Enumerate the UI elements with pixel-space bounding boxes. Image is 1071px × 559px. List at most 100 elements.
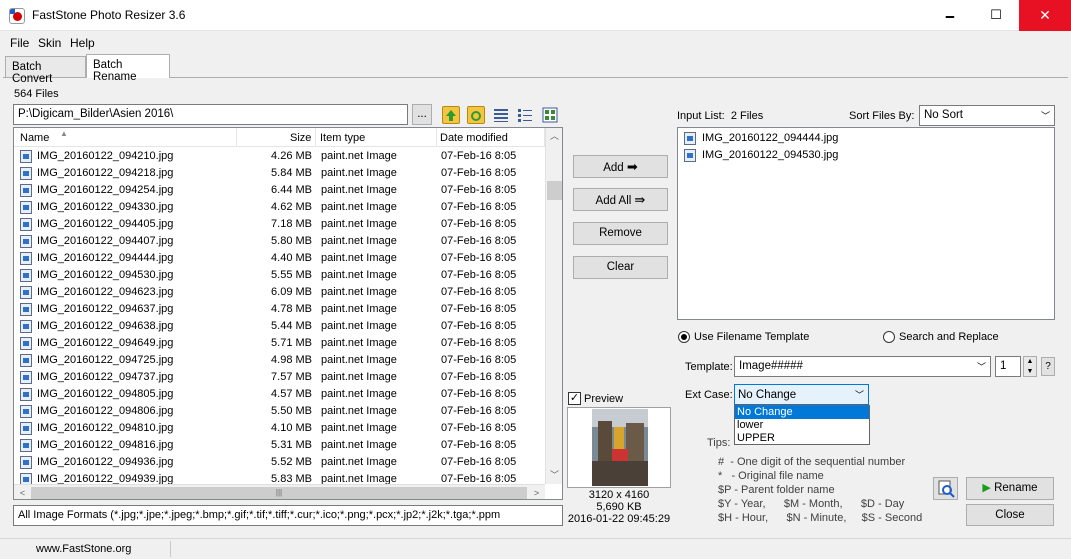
column-size[interactable]: Size [290, 132, 311, 144]
file-type: paint.net Image [321, 439, 397, 451]
horizontal-scrollbar[interactable]: < ||| > [14, 484, 545, 499]
file-name: IMG_20160122_094254.jpg [37, 184, 174, 196]
search-replace-radio[interactable] [883, 331, 895, 343]
table-row[interactable]: IMG_20160122_094806.jpg 5.50 MB paint.net … [14, 403, 545, 420]
thumbnail-view-icon[interactable] [542, 107, 560, 125]
file-name: IMG_20160122_094805.jpg [37, 388, 174, 400]
tab-batch-rename[interactable]: Batch Rename [86, 54, 170, 83]
table-row[interactable]: IMG_20160122_094936.jpg 5.52 MB paint.net … [14, 454, 545, 471]
menu-skin[interactable]: Skin [38, 36, 61, 50]
table-row[interactable]: IMG_20160122_094444.jpg 4.40 MB paint.net … [14, 250, 545, 267]
play-icon: ▶ [982, 482, 991, 494]
column-item-type[interactable]: Item type [320, 132, 365, 144]
window-title: FastStone Photo Resizer 3.6 [32, 8, 186, 22]
column-date-modified[interactable]: Date modified [440, 132, 508, 144]
use-template-radio[interactable] [678, 331, 690, 343]
scrollbar-thumb[interactable] [547, 181, 562, 200]
clear-button[interactable]: Clear [573, 256, 668, 279]
refresh-icon[interactable] [467, 106, 485, 124]
table-row[interactable]: IMG_20160122_094816.jpg 5.31 MB paint.net … [14, 437, 545, 454]
table-row[interactable]: IMG_20160122_094530.jpg 5.55 MB paint.net … [14, 267, 545, 284]
table-row[interactable]: IMG_20160122_094623.jpg 6.09 MB paint.net … [14, 284, 545, 301]
table-row[interactable]: IMG_20160122_094805.jpg 4.57 MB paint.net … [14, 386, 545, 403]
tab-batch-convert[interactable]: Batch Convert [5, 56, 86, 85]
ext-case-select[interactable]: No Change ﹀ [734, 384, 869, 405]
sort-select[interactable]: No Sort ﹀ [919, 105, 1055, 126]
hscrollbar-thumb[interactable]: ||| [31, 487, 527, 499]
table-row[interactable]: IMG_20160122_094405.jpg 7.18 MB paint.net … [14, 216, 545, 233]
tip-line: * - Original file name [718, 470, 824, 482]
file-date: 07-Feb-16 8:05 [441, 167, 517, 179]
stepper-up-icon[interactable]: ▲ [1024, 357, 1036, 367]
file-size: 5.84 MB [271, 167, 312, 179]
table-row[interactable]: IMG_20160122_094210.jpg 4.26 MB paint.net … [14, 148, 545, 165]
help-button[interactable]: ? [1041, 357, 1055, 376]
ext-case-dropdown[interactable]: No Change lower UPPER [734, 405, 870, 445]
list-item[interactable]: IMG_20160122_094444.jpg [678, 130, 1054, 147]
table-row[interactable]: IMG_20160122_094649.jpg 5.71 MB paint.net … [14, 335, 545, 352]
preview-rename-button[interactable] [933, 477, 958, 500]
file-name: IMG_20160122_094210.jpg [37, 150, 174, 162]
close-button[interactable]: Close [966, 504, 1054, 526]
start-number-stepper[interactable]: ▲ ▼ [1023, 356, 1037, 377]
scroll-up-icon[interactable]: ︿ [546, 128, 562, 145]
table-row[interactable]: IMG_20160122_094638.jpg 5.44 MB paint.net … [14, 318, 545, 335]
file-list[interactable]: Name ▲ Size Item type Date modified IMG_… [13, 127, 563, 500]
file-list-header: Name ▲ Size Item type Date modified [14, 128, 545, 147]
input-list[interactable]: IMG_20160122_094444.jpg IMG_20160122_094… [677, 127, 1055, 320]
file-size: 5.80 MB [271, 235, 312, 247]
file-size: 5.50 MB [271, 405, 312, 417]
list-view-icon[interactable] [517, 107, 535, 125]
menu-help[interactable]: Help [70, 36, 95, 50]
table-row[interactable]: IMG_20160122_094330.jpg 4.62 MB paint.net … [14, 199, 545, 216]
details-view-icon[interactable] [493, 107, 511, 125]
file-type: paint.net Image [321, 337, 397, 349]
website-link[interactable]: www.FastStone.org [36, 543, 131, 555]
maximize-button[interactable]: ☐ [973, 0, 1019, 31]
file-type: paint.net Image [321, 286, 397, 298]
preview-checkbox[interactable]: ✓ [568, 392, 581, 405]
file-format-filter[interactable]: All Image Formats (*.jpg;*.jpe;*.jpeg;*.… [13, 505, 563, 526]
file-size: 4.10 MB [271, 422, 312, 434]
remove-button[interactable]: Remove [573, 222, 668, 245]
add-all-button[interactable]: Add All ⇛ [573, 188, 668, 211]
table-row[interactable]: IMG_20160122_094254.jpg 6.44 MB paint.net … [14, 182, 545, 199]
image-file-icon [20, 252, 32, 265]
scroll-right-icon[interactable]: > [528, 485, 545, 499]
scroll-left-icon[interactable]: < [14, 485, 31, 499]
ext-case-option-upper[interactable]: UPPER [735, 432, 869, 445]
file-date: 07-Feb-16 8:05 [441, 371, 517, 383]
file-name: IMG_20160122_094218.jpg [37, 167, 174, 179]
table-row[interactable]: IMG_20160122_094810.jpg 4.10 MB paint.net … [14, 420, 545, 437]
vertical-scrollbar[interactable]: ︿ ﹀ [545, 128, 562, 484]
file-type: paint.net Image [321, 371, 397, 383]
table-row[interactable]: IMG_20160122_094737.jpg 7.57 MB paint.net … [14, 369, 545, 386]
file-type: paint.net Image [321, 167, 397, 179]
stepper-down-icon[interactable]: ▼ [1024, 367, 1036, 377]
template-input[interactable]: Image##### ﹀ [734, 356, 991, 377]
column-name[interactable]: Name [20, 132, 49, 144]
start-number-input[interactable]: 1 [995, 356, 1021, 377]
table-row[interactable]: IMG_20160122_094637.jpg 4.78 MB paint.net … [14, 301, 545, 318]
image-file-icon [20, 201, 32, 214]
add-button[interactable]: Add ➡ [573, 155, 668, 178]
rename-button[interactable]: ▶ Rename [966, 477, 1054, 500]
menu-file[interactable]: File [10, 36, 29, 50]
folder-up-icon[interactable] [442, 106, 460, 124]
scroll-down-icon[interactable]: ﹀ [546, 467, 562, 484]
file-count: 564 Files [14, 88, 59, 100]
table-row[interactable]: IMG_20160122_094218.jpg 5.84 MB paint.net … [14, 165, 545, 182]
browse-button[interactable]: ... [412, 104, 432, 125]
file-size: 5.71 MB [271, 337, 312, 349]
table-row[interactable]: IMG_20160122_094407.jpg 5.80 MB paint.net … [14, 233, 545, 250]
folder-path-input[interactable]: P:\Digicam_Bilder\Asien 2016\ [13, 104, 408, 125]
ext-case-option-lower[interactable]: lower [735, 419, 869, 432]
minimize-button[interactable]: 🗕 [927, 0, 973, 31]
ext-case-option-no-change[interactable]: No Change [735, 406, 869, 419]
close-window-button[interactable]: ✕ [1019, 0, 1071, 31]
image-file-icon [20, 269, 32, 282]
magnifier-icon [938, 480, 955, 498]
list-item[interactable]: IMG_20160122_094530.jpg [678, 147, 1054, 164]
table-row[interactable]: IMG_20160122_094725.jpg 4.98 MB paint.net … [14, 352, 545, 369]
app-logo-icon [9, 8, 25, 24]
